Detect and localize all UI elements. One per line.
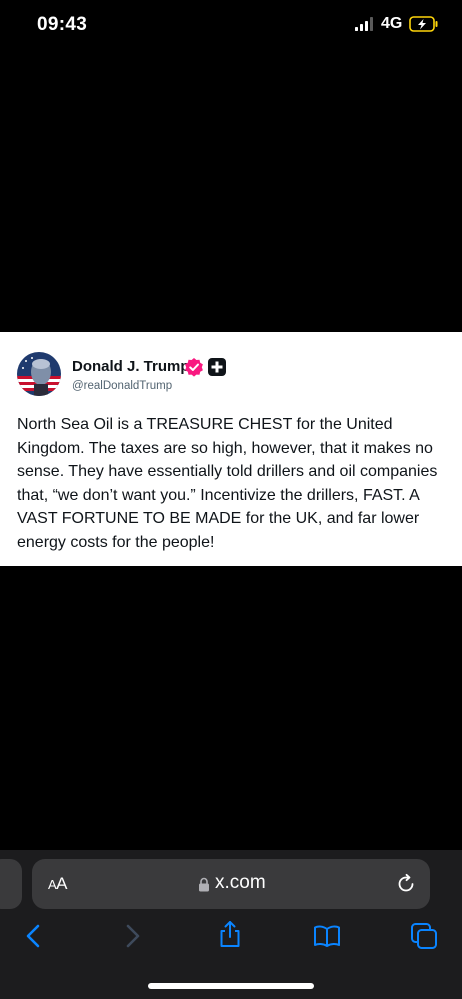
avatar-image	[17, 352, 61, 396]
display-name[interactable]: Donald J. Trump	[72, 358, 190, 375]
bookmarks-icon[interactable]	[313, 922, 341, 950]
reader-small-a: A	[48, 877, 57, 892]
forward-icon[interactable]	[118, 922, 146, 950]
handle[interactable]: @realDonaldTrump	[72, 380, 172, 392]
avatar[interactable]	[17, 352, 61, 396]
verified-badge-icon	[185, 358, 203, 377]
status-time: 09:43	[37, 14, 88, 35]
plus-badge-icon	[208, 358, 226, 376]
reload-icon[interactable]	[395, 873, 417, 895]
tabs-icon[interactable]	[410, 922, 438, 950]
lock-icon	[199, 877, 209, 892]
url-text[interactable]: x.com	[215, 872, 266, 894]
reader-options-button[interactable]: AA	[48, 874, 68, 894]
signal-bars-icon	[355, 17, 373, 31]
share-icon[interactable]	[216, 920, 244, 948]
home-indicator	[148, 983, 314, 989]
reader-big-a: A	[56, 874, 68, 893]
network-type: 4G	[381, 15, 403, 32]
post-text: North Sea Oil is a TREASURE CHEST for th…	[17, 416, 438, 551]
back-icon[interactable]	[20, 922, 48, 950]
status-bar: 09:43 4G	[0, 0, 462, 50]
battery-charging-icon	[409, 16, 438, 32]
previous-tab-address-bar[interactable]	[0, 859, 22, 909]
